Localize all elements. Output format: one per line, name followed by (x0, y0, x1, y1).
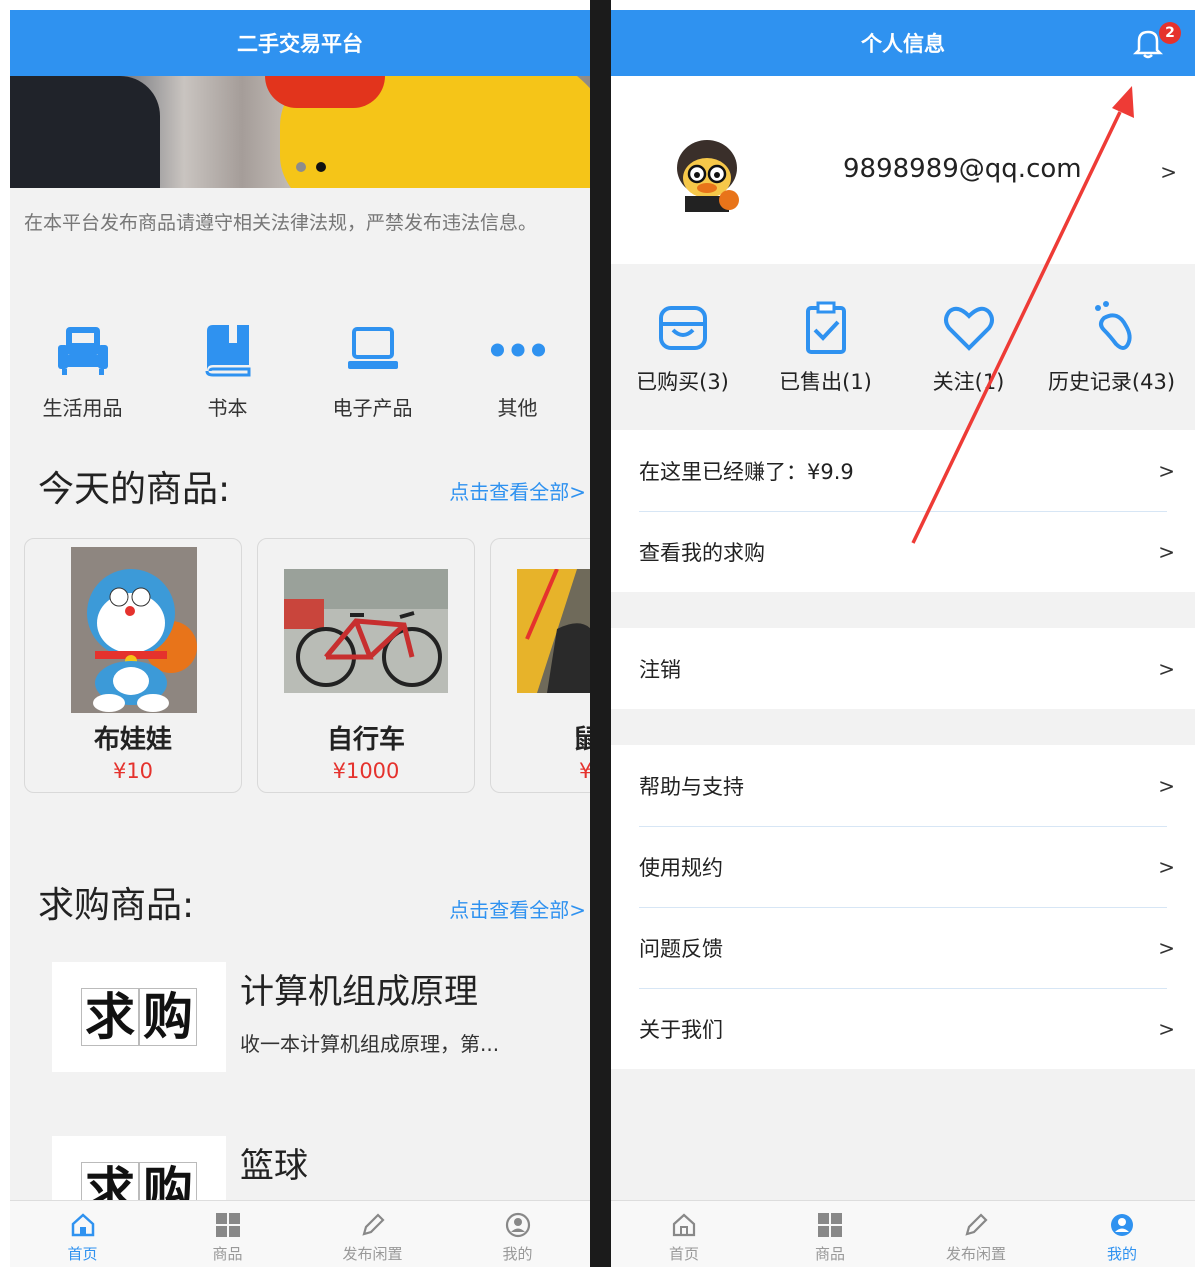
goods-price: ¥ (579, 759, 590, 783)
demand-title: 篮球 (240, 1146, 308, 1186)
menu-about[interactable]: 关于我们 > (611, 988, 1195, 1069)
banner-person (10, 76, 160, 188)
chevron-right-icon: > (1158, 656, 1175, 681)
category-electronics[interactable]: 电子产品 (300, 322, 445, 421)
goods-name: 自行车 (326, 725, 405, 755)
page-title: 二手交易平台 (237, 32, 363, 56)
stat-sold[interactable]: 已售出(1) (754, 300, 897, 430)
today-goods-title: 今天的商品: (38, 469, 231, 510)
banner-carousel[interactable] (10, 76, 590, 188)
goods-card[interactable]: 鼠 ¥ (490, 538, 590, 793)
tab-mine[interactable]: 我的 (1049, 1201, 1195, 1267)
goods-price: ¥1000 (332, 759, 400, 783)
sofa-icon (55, 322, 111, 378)
clipboard-check-icon (805, 301, 846, 354)
category-label: 书本 (207, 396, 248, 420)
goods-card[interactable]: 自行车 ¥1000 (257, 538, 475, 793)
menu-my-demands[interactable]: 查看我的求购 > (611, 511, 1195, 592)
banner-duck-beak (265, 76, 385, 108)
home-icon (69, 1211, 97, 1239)
menu-terms[interactable]: 使用规约 > (611, 826, 1195, 907)
chevron-right-icon: > (1158, 773, 1175, 798)
demand-desc: 收一本计算机组成原理，第... (240, 1032, 500, 1056)
stat-purchased[interactable]: 已购买(3) (611, 300, 754, 430)
tab-publish[interactable]: 发布闲置 (300, 1201, 445, 1267)
grid-icon (816, 1211, 844, 1239)
menu-group-earnings: 在这里已经赚了：¥9.9 > 查看我的求购 > (611, 430, 1195, 592)
tab-bar: 首页 商品 发布闲置 我的 (611, 1200, 1195, 1267)
user-icon (1108, 1211, 1136, 1239)
tab-home[interactable]: 首页 (10, 1201, 155, 1267)
demand-item[interactable]: 求购 计算机组成原理 收一本计算机组成原理，第... (52, 962, 582, 1072)
menu-earnings[interactable]: 在这里已经赚了：¥9.9 > (611, 430, 1195, 511)
carousel-dots[interactable] (296, 162, 326, 172)
book-icon (200, 322, 256, 378)
menu-logout[interactable]: 注销 > (611, 628, 1195, 709)
category-label: 电子产品 (332, 396, 413, 420)
carousel-dot-active[interactable] (316, 162, 326, 172)
heart-icon (943, 306, 994, 351)
pencil-icon (962, 1211, 990, 1239)
tab-goods[interactable]: 商品 (155, 1201, 300, 1267)
tab-home[interactable]: 首页 (611, 1201, 757, 1267)
demand-title: 计算机组成原理 (240, 972, 478, 1012)
menu-feedback[interactable]: 问题反馈 > (611, 907, 1195, 988)
home-screen: 二手交易平台 在本平台发布商品请遵守相关法律法规，严禁发布违法信息。 生活用品 … (10, 10, 590, 1267)
screen-divider (590, 0, 611, 1267)
menu-help[interactable]: 帮助与支持 > (611, 745, 1195, 826)
qiugou-badge: 求购 (81, 988, 197, 1046)
shop-icon (658, 306, 707, 350)
stat-history[interactable]: 历史记录(43) (1040, 300, 1183, 430)
avatar[interactable] (667, 134, 747, 214)
chevron-right-icon: > (1158, 458, 1175, 483)
grid-icon (214, 1211, 242, 1239)
page-title: 个人信息 (861, 32, 945, 56)
goods-card[interactable]: 布娃娃 ¥10 (24, 538, 242, 793)
home-navbar: 二手交易平台 (10, 10, 590, 76)
tab-mine[interactable]: 我的 (445, 1201, 590, 1267)
demand-goods-title: 求购商品: (38, 885, 195, 926)
view-all-goods-link[interactable]: 点击查看全部> (449, 476, 586, 505)
chevron-right-icon: > (1158, 1016, 1175, 1041)
chevron-right-icon: > (1160, 160, 1177, 184)
category-label: 其他 (497, 396, 538, 420)
home-icon (670, 1211, 698, 1239)
goods-image (71, 547, 197, 713)
profile-navbar: 个人信息 2 (611, 10, 1195, 76)
category-label: 生活用品 (42, 396, 123, 420)
goods-image (517, 568, 590, 693)
stat-follow[interactable]: 关注(1) (897, 300, 1040, 430)
category-books[interactable]: 书本 (155, 322, 300, 421)
footprint-icon (1094, 301, 1132, 350)
laptop-icon (345, 322, 401, 378)
goods-image (284, 569, 448, 693)
chevron-right-icon: > (1158, 935, 1175, 960)
user-email: 9898989@qq.com (843, 154, 1082, 184)
menu-group-logout: 注销 > (611, 628, 1195, 709)
goods-name: 布娃娃 (93, 725, 172, 755)
notice-text: 在本平台发布商品请遵守相关法律法规，严禁发布违法信息。 (24, 212, 538, 234)
user-icon (504, 1211, 532, 1239)
category-other[interactable]: 其他 (445, 322, 590, 421)
tab-goods[interactable]: 商品 (757, 1201, 903, 1267)
view-all-demands-link[interactable]: 点击查看全部> (449, 894, 586, 923)
tab-publish[interactable]: 发布闲置 (903, 1201, 1049, 1267)
more-dots-icon (490, 322, 546, 378)
stats-row: 已购买(3) 已售出(1) 关注(1) 历史记录(43) (611, 300, 1195, 430)
category-daily[interactable]: 生活用品 (10, 322, 155, 421)
profile-screen: 个人信息 2 9898989@qq.com > 已购买(3) 已售出(1) 关注… (611, 10, 1195, 1267)
goods-price: ¥10 (112, 759, 154, 783)
menu-group-support: 帮助与支持 > 使用规约 > 问题反馈 > 关于我们 > (611, 745, 1195, 1069)
category-list: 生活用品 书本 电子产品 其他 (10, 322, 590, 421)
carousel-dot[interactable] (296, 162, 306, 172)
goods-name: 鼠 (573, 725, 590, 755)
chevron-right-icon: > (1158, 854, 1175, 879)
demand-image: 求购 (52, 962, 226, 1072)
notification-badge: 2 (1159, 22, 1181, 44)
goods-list: 布娃娃 ¥10 自行车 ¥1000 鼠 ¥ (24, 538, 590, 793)
profile-card[interactable]: 9898989@qq.com > (611, 76, 1195, 264)
pencil-icon (359, 1211, 387, 1239)
tab-bar: 首页 商品 发布闲置 我的 (10, 1200, 590, 1267)
chevron-right-icon: > (1158, 539, 1175, 564)
